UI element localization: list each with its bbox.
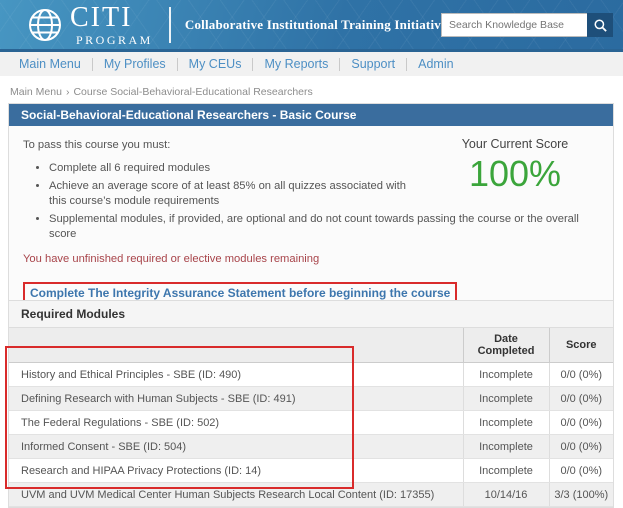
module-date: Incomplete — [463, 363, 549, 387]
citi-program-logo[interactable]: CITI PROGRAM — [0, 4, 153, 46]
table-row: Defining Research with Human Subjects - … — [9, 387, 613, 411]
logo-text: CITI PROGRAM — [70, 4, 153, 46]
table-row: Informed Consent - SBE (ID: 504) Incompl… — [9, 435, 613, 459]
knowledge-base-search — [441, 13, 613, 37]
module-date: Incomplete — [463, 459, 549, 483]
module-score: 0/0 (0%) — [549, 435, 613, 459]
score-label: Your Current Score — [429, 137, 601, 151]
nav-my-reports[interactable]: My Reports — [253, 58, 340, 71]
module-name: Research and HIPAA Privacy Protections (… — [9, 459, 463, 483]
search-input[interactable] — [441, 13, 587, 37]
modules-table: Date Completed Score History and Ethical… — [9, 328, 613, 507]
module-name: The Federal Regulations - SBE (ID: 502) — [9, 411, 463, 435]
table-header-row: Date Completed Score — [9, 328, 613, 363]
current-score-block: Your Current Score 100% — [429, 137, 601, 195]
required-modules-title: Required Modules — [9, 301, 613, 328]
main-nav: Main Menu My Profiles My CEUs My Reports… — [0, 52, 623, 76]
module-score: 0/0 (0%) — [549, 363, 613, 387]
course-body: Your Current Score 100% To pass this cou… — [9, 126, 613, 318]
module-name: Defining Research with Human Subjects - … — [9, 387, 463, 411]
logo-divider — [169, 7, 171, 43]
nav-admin[interactable]: Admin — [407, 58, 464, 71]
table-row: The Federal Regulations - SBE (ID: 502) … — [9, 411, 613, 435]
module-name: UVM and UVM Medical Center Human Subject… — [9, 483, 463, 507]
unfinished-modules-warning: You have unfinished required or elective… — [23, 253, 601, 265]
module-score: 0/0 (0%) — [549, 459, 613, 483]
header-tagline: Collaborative Institutional Training Ini… — [185, 17, 447, 33]
module-score: 0/0 (0%) — [549, 387, 613, 411]
search-icon — [593, 18, 608, 33]
table-row: Research and HIPAA Privacy Protections (… — [9, 459, 613, 483]
logo-citi: CITI — [70, 4, 153, 32]
nav-support[interactable]: Support — [340, 58, 407, 71]
nav-my-ceus[interactable]: My CEUs — [178, 58, 254, 71]
module-score: 3/3 (100%) — [549, 483, 613, 507]
course-panel: Social-Behavioral-Educational Researcher… — [8, 103, 614, 319]
breadcrumb-separator: › — [66, 86, 70, 98]
date-completed-header: Date Completed — [463, 328, 549, 363]
score-header: Score — [549, 328, 613, 363]
requirement-item: Supplemental modules, if provided, are o… — [49, 212, 601, 242]
breadcrumb-current: Course Social-Behavioral-Educational Res… — [73, 86, 312, 98]
site-header: CITI PROGRAM Collaborative Institutional… — [0, 0, 623, 52]
nav-main-menu[interactable]: Main Menu — [8, 58, 93, 71]
globe-icon — [26, 6, 64, 44]
module-date: Incomplete — [463, 411, 549, 435]
search-button[interactable] — [587, 13, 613, 37]
module-name: Informed Consent - SBE (ID: 504) — [9, 435, 463, 459]
nav-my-profiles[interactable]: My Profiles — [93, 58, 178, 71]
table-row: UVM and UVM Medical Center Human Subject… — [9, 483, 613, 507]
module-date: Incomplete — [463, 435, 549, 459]
required-modules-panel: Required Modules Date Completed Score Hi… — [8, 300, 614, 508]
module-score: 0/0 (0%) — [549, 411, 613, 435]
score-value: 100% — [429, 153, 601, 195]
breadcrumb: Main Menu ›Course Social-Behavioral-Educa… — [10, 86, 623, 98]
module-name: History and Ethical Principles - SBE (ID… — [9, 363, 463, 387]
table-row: History and Ethical Principles - SBE (ID… — [9, 363, 613, 387]
module-column-header — [9, 328, 463, 363]
module-date: Incomplete — [463, 387, 549, 411]
course-title-bar: Social-Behavioral-Educational Researcher… — [9, 104, 613, 126]
module-date: 10/14/16 — [463, 483, 549, 507]
logo-program: PROGRAM — [76, 34, 153, 46]
breadcrumb-main-menu[interactable]: Main Menu — [10, 86, 62, 98]
